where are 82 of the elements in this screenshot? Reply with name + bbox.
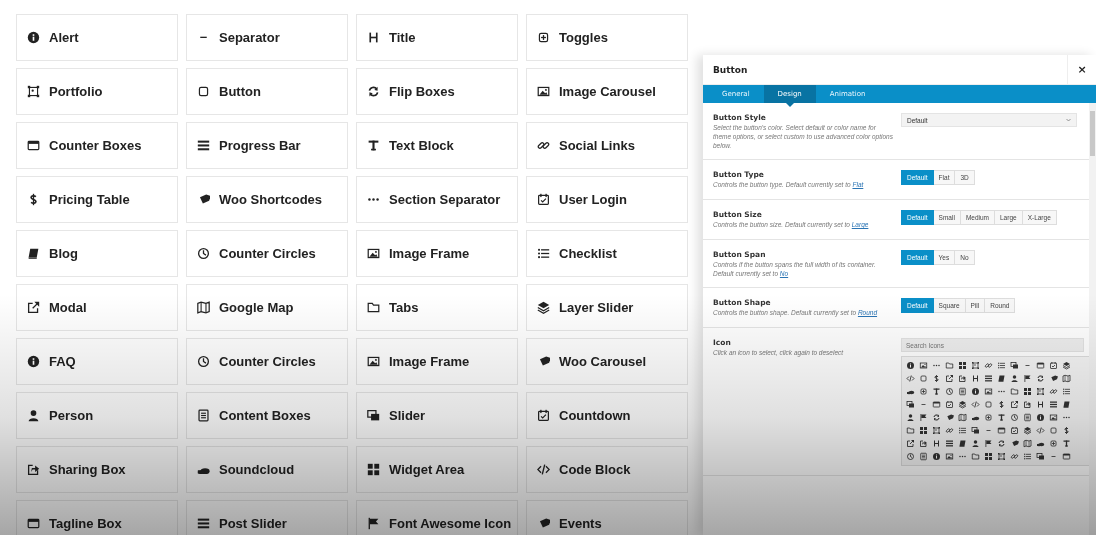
element-tile[interactable]: Woo Shortcodes [186, 176, 348, 223]
bars-icon [197, 139, 210, 152]
element-tile[interactable]: Woo Carousel [526, 338, 688, 385]
element-tile[interactable]: Separator [186, 14, 348, 61]
link-icon [537, 139, 550, 152]
heading-icon [367, 31, 380, 44]
window-icon [27, 139, 40, 152]
element-tile[interactable]: Soundcloud [186, 446, 348, 493]
info-icon [27, 31, 40, 44]
slides-icon [367, 409, 380, 422]
element-tile[interactable]: Image Frame [356, 338, 518, 385]
panel-title: Button [713, 64, 748, 75]
bars-icon [197, 517, 210, 530]
map-icon [197, 301, 210, 314]
tag-icon [537, 517, 550, 530]
element-tile[interactable]: Alert [16, 14, 178, 61]
element-tile[interactable]: Person [16, 392, 178, 439]
window-icon [27, 517, 40, 530]
element-tile[interactable]: User Login [526, 176, 688, 223]
element-tile[interactable]: Events [526, 500, 688, 535]
calendar-icon [537, 193, 550, 206]
scrollbar[interactable] [1089, 103, 1096, 535]
image-icon [367, 247, 380, 260]
document-icon [197, 409, 210, 422]
element-tile[interactable]: Blog [16, 230, 178, 277]
element-tile[interactable]: Toggles [526, 14, 688, 61]
element-tile[interactable]: Checklist [526, 230, 688, 277]
element-tile[interactable]: Tagline Box [16, 500, 178, 535]
element-tile[interactable]: Counter Boxes [16, 122, 178, 169]
close-button[interactable]: × [1067, 55, 1096, 84]
element-tile[interactable]: Counter Circles [186, 230, 348, 277]
element-tile[interactable]: Portfolio [16, 68, 178, 115]
image-icon [537, 85, 550, 98]
image-icon [367, 355, 380, 368]
element-tile[interactable]: Widget Area [356, 446, 518, 493]
element-tile[interactable]: Button [186, 68, 348, 115]
element-tile[interactable]: Progress Bar [186, 122, 348, 169]
element-tile[interactable]: Font Awesome Icon [356, 500, 518, 535]
book-icon [27, 247, 40, 260]
grid-icon [367, 463, 380, 476]
folder-icon [367, 301, 380, 314]
refresh-icon [367, 85, 380, 98]
element-tile[interactable]: Layer Slider [526, 284, 688, 331]
element-tile[interactable]: Sharing Box [16, 446, 178, 493]
element-tile[interactable]: Flip Boxes [356, 68, 518, 115]
tag-icon [197, 193, 210, 206]
square-icon [197, 85, 210, 98]
code-icon [537, 463, 550, 476]
calendar-icon [537, 409, 550, 422]
element-tile[interactable]: Content Boxes [186, 392, 348, 439]
element-tile[interactable]: Countdown [526, 392, 688, 439]
layers-icon [537, 301, 550, 314]
plus-square-icon [537, 31, 550, 44]
chevron-down-icon [1066, 118, 1071, 122]
external-link-icon [27, 301, 40, 314]
element-tile[interactable]: Image Carousel [526, 68, 688, 115]
list-icon [537, 247, 550, 260]
element-tile[interactable]: FAQ [16, 338, 178, 385]
element-tile[interactable]: Tabs [356, 284, 518, 331]
text-icon [367, 139, 380, 152]
element-tile[interactable]: Google Map [186, 284, 348, 331]
element-tile[interactable]: Code Block [526, 446, 688, 493]
element-tile[interactable]: Modal [16, 284, 178, 331]
element-tile[interactable]: Slider [356, 392, 518, 439]
share-icon [27, 463, 40, 476]
element-tile[interactable]: Social Links [526, 122, 688, 169]
person-icon [27, 409, 40, 422]
clock-icon [197, 247, 210, 260]
element-tile[interactable]: Image Frame [356, 230, 518, 277]
element-tile[interactable]: Counter Circles [186, 338, 348, 385]
element-tile[interactable]: Pricing Table [16, 176, 178, 223]
element-tile[interactable]: Text Block [356, 122, 518, 169]
info-icon [27, 355, 40, 368]
clock-icon [197, 355, 210, 368]
flag-icon [367, 517, 380, 530]
element-tile[interactable]: Post Slider [186, 500, 348, 535]
tag-icon [537, 355, 550, 368]
element-tile[interactable]: Section Separator [356, 176, 518, 223]
dollar-icon [27, 193, 40, 206]
icon-picker-drawing[interactable] [901, 356, 1089, 467]
element-tile[interactable]: Title [356, 14, 518, 61]
frame-icon [27, 85, 40, 98]
